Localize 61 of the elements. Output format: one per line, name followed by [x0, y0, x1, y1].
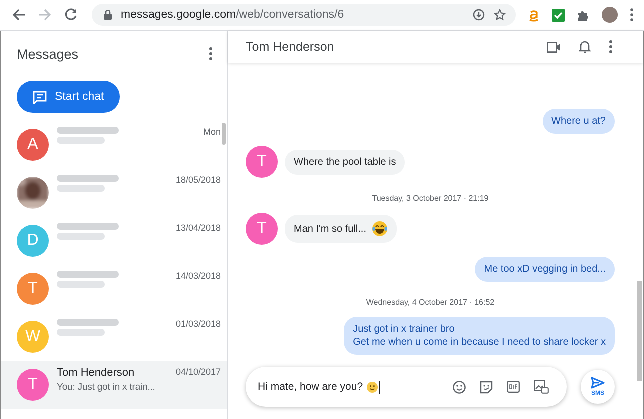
contact-avatar: T	[17, 273, 49, 305]
profile-avatar[interactable]	[602, 7, 618, 23]
more-icon[interactable]	[209, 47, 213, 61]
contact-avatar: A	[17, 129, 49, 161]
message-field[interactable]: Hi mate, how are you?	[246, 367, 567, 407]
more-icon[interactable]	[609, 40, 613, 54]
scrollbar[interactable]	[637, 281, 642, 381]
chat-icon	[33, 90, 47, 104]
laughing-emoji-icon	[372, 221, 388, 237]
app-title: Messages	[17, 46, 79, 62]
image-attach-icon[interactable]	[534, 380, 549, 394]
date-separator: Wednesday, 4 October 2017 · 16:52	[366, 298, 495, 307]
contact-name: Tom Henderson	[57, 367, 136, 379]
gif-icon[interactable]	[507, 381, 520, 393]
blurred-snippet	[57, 233, 105, 240]
reload-icon[interactable]	[64, 8, 78, 22]
message-bubble: Just got in x trainer bro Get me when u come in because I need to share locker x	[344, 317, 615, 355]
address-bar[interactable]: messages.google.com/web/conversations/6	[92, 4, 516, 26]
conversation-item[interactable]: T 14/03/2018	[1, 265, 227, 313]
blurred-snippet	[57, 281, 105, 288]
sticker-icon[interactable]	[480, 380, 493, 394]
checkbox-extension-icon[interactable]	[552, 8, 565, 22]
date-separator: Tuesday, 3 October 2017 · 21:19	[372, 194, 489, 203]
conversation-date: 14/03/2018	[176, 270, 221, 281]
contact-avatar: W	[17, 321, 49, 353]
contact-avatar: T	[246, 213, 278, 245]
send-icon	[591, 377, 605, 389]
message-bubble: Man I'm so full...	[285, 215, 396, 243]
bell-icon[interactable]	[579, 40, 591, 54]
message-bubble: Where the pool table is	[285, 150, 406, 174]
video-call-icon[interactable]	[547, 42, 561, 52]
blurred-snippet	[57, 137, 105, 144]
message-snippet: You: Just got in x train...	[57, 382, 156, 393]
blurred-snippet	[57, 329, 105, 336]
star-icon[interactable]	[494, 9, 506, 21]
start-chat-button[interactable]: Start chat	[17, 81, 120, 113]
conversation-item[interactable]: A Mon	[1, 121, 227, 169]
contact-avatar: T	[246, 146, 278, 178]
smiling-emoji-icon	[367, 382, 378, 392]
conversation-date: 13/04/2018	[176, 222, 221, 233]
conversation-item[interactable]: D 13/04/2018	[1, 217, 227, 265]
conversation-item[interactable]: W 01/03/2018	[1, 313, 227, 361]
message-bubble: Me too xD vegging in bed...	[475, 257, 615, 282]
scrollbar[interactable]	[222, 123, 226, 145]
contact-avatar: T	[17, 369, 49, 401]
contact-avatar: D	[17, 225, 49, 257]
conversation-date: Mon	[203, 126, 221, 137]
install-icon[interactable]	[473, 9, 485, 21]
back-icon[interactable]	[12, 8, 26, 22]
emoji-icon[interactable]	[453, 380, 466, 394]
blurred-snippet	[57, 185, 105, 192]
message-bubble: Where u at?	[542, 109, 615, 134]
conversation-date: 04/10/2017	[176, 366, 221, 377]
lock-icon	[104, 10, 112, 20]
conversation-date: 01/03/2018	[176, 318, 221, 329]
conversation-item[interactable]: 18/05/2018	[1, 169, 227, 217]
conversation-title: Tom Henderson	[246, 40, 336, 54]
conversation-item[interactable]: T Tom Henderson You: Just got in x train... 04/10/2017	[1, 361, 227, 409]
conversation-date: 18/05/2018	[176, 174, 221, 185]
puzzle-icon[interactable]	[577, 8, 590, 22]
more-icon[interactable]	[630, 8, 634, 22]
